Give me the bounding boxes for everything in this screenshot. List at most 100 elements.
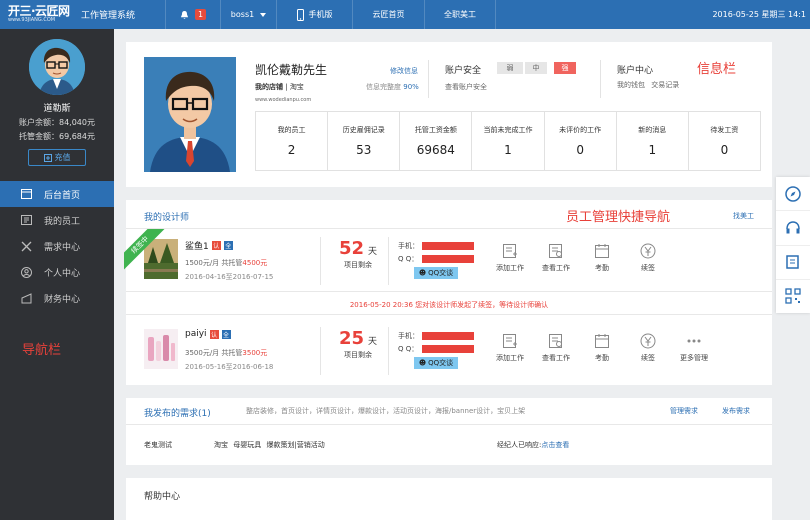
add-work-icon	[503, 334, 517, 348]
stat-escrow[interactable]: 托管工资金额 69684	[400, 112, 473, 170]
redacted-phone	[422, 241, 474, 250]
phone-label: 手机：	[398, 331, 419, 340]
sidebar-item-personal[interactable]: 个人中心	[0, 259, 114, 285]
shortcut-annotation: 员工管理快捷导航	[566, 210, 671, 225]
calendar-icon	[595, 334, 609, 348]
compass-icon	[785, 185, 801, 202]
mobile-version-link[interactable]: 手机版	[276, 0, 352, 29]
request-status: 经纪人已响应:点击查看	[497, 440, 569, 450]
add-work-button[interactable]: 添加工作	[487, 333, 533, 363]
sidebar-item-finance[interactable]: 财务中心	[0, 285, 114, 311]
logo-sub: www.93JIANG.COM	[8, 17, 56, 23]
sidebar-item-requests[interactable]: 需求中心	[0, 233, 114, 259]
action-label: 查看工作	[542, 264, 570, 272]
edit-profile-link[interactable]: 修改信息	[390, 66, 418, 76]
action-label: 添加工作	[496, 264, 524, 272]
divider	[320, 237, 321, 285]
sidebar-item-label: 我的员工	[44, 216, 81, 227]
designer-name-text: paiyi	[185, 329, 207, 339]
designer-row: 续签中 鲨鱼1 认全 1500元/月 共托管4500元 2016-04-16至20…	[124, 229, 772, 289]
sidebar-item-home[interactable]: 后台首页	[0, 181, 114, 207]
action-label: 查看工作	[542, 354, 570, 362]
completeness-label: 信息完整度	[366, 83, 401, 91]
divider	[388, 237, 389, 285]
finance-icon	[20, 292, 32, 304]
avatar[interactable]	[29, 39, 85, 95]
renew-button[interactable]: 续签	[625, 243, 671, 273]
stat-label: 托管工资金额	[414, 126, 457, 134]
stat-unfinished[interactable]: 当前未完成工作 1	[472, 112, 545, 170]
logo[interactable]: 开三·云匠网 www.93JIANG.COM	[0, 0, 75, 29]
sidebar-menu: 后台首页 我的员工 需求中心 个人中心 财务中心	[0, 181, 114, 311]
stat-pending-salary[interactable]: 待发工资 0	[689, 112, 760, 170]
tools-icon	[20, 240, 32, 252]
username: boss1	[230, 10, 255, 19]
ribbon-label: 续签中	[124, 229, 167, 272]
stat-history[interactable]: 历史雇佣记录 53	[328, 112, 401, 170]
qrcode-button[interactable]	[776, 280, 810, 313]
attendance-button[interactable]: 考勤	[579, 333, 625, 363]
view-work-button[interactable]: 查看工作	[533, 333, 579, 363]
divider	[428, 60, 429, 98]
help-title: 帮助中心	[144, 492, 181, 502]
qrcode-icon	[785, 288, 801, 305]
designer-contact: 手机： Q Q： ☻ QQ交谈	[398, 329, 474, 369]
designers-panel: 我的设计师 员工管理快捷导航 找美工 续签中 鲨鱼1 认全 1500元/月 共托管…	[124, 200, 772, 385]
stats-bar: 我的员工 2 历史雇佣记录 53 托管工资金额 69684 当前未完成工作 1 未评价的…	[255, 111, 761, 171]
cosmetics-thumbnail	[144, 329, 178, 369]
designer-thumbnail[interactable]	[144, 329, 178, 369]
staff-link[interactable]: 全职美工	[424, 0, 496, 29]
manage-requests-link[interactable]: 管理需求	[670, 406, 698, 416]
profile-portrait	[144, 57, 236, 172]
support-button[interactable]	[776, 211, 810, 246]
qq-chat-button[interactable]: ☻ QQ交谈	[414, 357, 458, 369]
qq-chat-label: QQ交谈	[428, 269, 454, 277]
qq-icon: ☻	[418, 269, 427, 277]
qq-icon: ☻	[418, 359, 427, 367]
shop-url[interactable]: www.wodedianpu.com	[255, 97, 311, 103]
yen-icon	[640, 243, 656, 259]
nav-annotation: 导航栏	[22, 343, 62, 358]
stat-messages[interactable]: 新的消息 1	[617, 112, 689, 170]
redacted-qq	[422, 344, 474, 353]
renew-button[interactable]: 续签	[625, 333, 671, 363]
divider	[600, 60, 601, 98]
view-work-button[interactable]: 查看工作	[533, 243, 579, 273]
stat-employees[interactable]: 我的员工 2	[256, 112, 329, 170]
designer-name[interactable]: paiyi 认全	[185, 329, 231, 339]
logo-main: 开三·云匠网	[8, 4, 70, 18]
action-label: 考勤	[595, 264, 609, 272]
find-designer-link[interactable]: 找美工	[733, 211, 754, 221]
divider	[126, 291, 772, 292]
designer-contact: 手机： Q Q： ☻ QQ交谈	[398, 239, 474, 279]
user-menu[interactable]: boss1	[220, 0, 276, 29]
designer-price: 1500元/月 共托管4500元	[185, 258, 267, 268]
qq-chat-button[interactable]: ☻ QQ交谈	[414, 267, 458, 279]
view-response-link[interactable]: 点击查看	[541, 441, 569, 449]
designer-name[interactable]: 鲨鱼1 认全	[185, 239, 233, 252]
feedback-button[interactable]	[776, 246, 810, 280]
badge-red-icon: 认	[211, 241, 221, 250]
calendar-icon	[595, 244, 609, 258]
stat-label: 我的员工	[277, 126, 306, 134]
security-link[interactable]: 查看账户安全	[445, 82, 487, 92]
sidebar-item-employees[interactable]: 我的员工	[0, 207, 114, 233]
security-level-weak: 弱	[497, 62, 523, 74]
employee-card-icon	[20, 214, 32, 226]
add-work-button[interactable]: 添加工作	[487, 243, 533, 273]
badge-blue-icon: 全	[223, 241, 233, 250]
compass-button[interactable]	[776, 177, 810, 212]
more-management-button[interactable]: 更多管理	[671, 333, 717, 363]
yen-icon	[640, 333, 656, 349]
days-remaining: 52 天 项目剩余	[333, 238, 383, 270]
requests-title: 我发布的需求(1)	[144, 409, 211, 419]
stat-unrated[interactable]: 未评价的工作 0	[545, 112, 617, 170]
redacted-qq	[422, 254, 474, 263]
sidebar-item-label: 后台首页	[44, 190, 81, 201]
publish-request-link[interactable]: 发布需求	[722, 406, 750, 416]
account-links[interactable]: 我的钱包 交易记录	[617, 80, 679, 90]
recharge-button[interactable]: 充值	[28, 149, 86, 166]
notification-button[interactable]: 1	[165, 0, 220, 29]
home-link[interactable]: 云匠首页	[352, 0, 424, 29]
attendance-button[interactable]: 考勤	[579, 243, 625, 273]
